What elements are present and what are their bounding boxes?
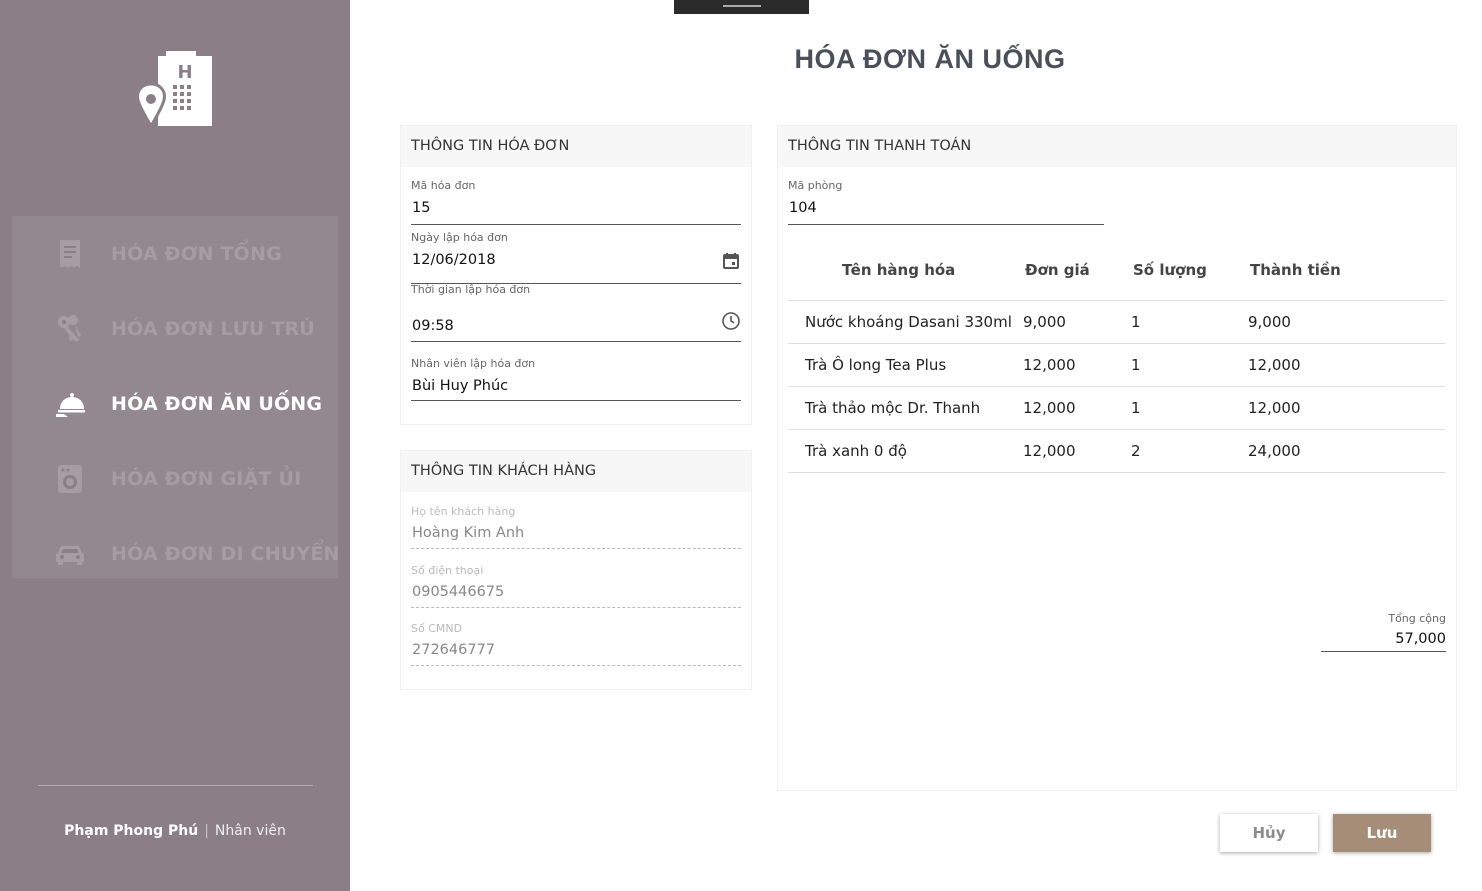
- cell-quantity: 1: [1131, 313, 1141, 331]
- cell-quantity: 2: [1131, 442, 1141, 460]
- keys-icon: [54, 313, 86, 345]
- cell-item: Nước khoáng Dasani 330ml: [805, 313, 1012, 331]
- sidebar-item-food-invoice[interactable]: HÓA ĐƠN ĂN UỐNG: [12, 366, 338, 441]
- field-underline: [411, 224, 741, 225]
- invoice-time-field[interactable]: Thời gian lập hóa đơn 09:58: [411, 283, 741, 343]
- room-id-value: 104: [789, 200, 817, 216]
- customer-info-header: THÔNG TIN KHÁCH HÀNG: [401, 451, 751, 492]
- sidebar-item-label: HÓA ĐƠN LƯU TRÚ: [111, 317, 315, 340]
- column-header-item[interactable]: Tên hàng hóa: [842, 261, 955, 279]
- total-value: 57,000: [1395, 631, 1446, 647]
- cell-amount: 24,000: [1248, 442, 1301, 460]
- user-role: Nhân viên: [214, 823, 286, 839]
- total-label: Tổng cộng: [1388, 612, 1446, 625]
- invoice-info-panel: THÔNG TIN HÓA ĐƠN Mã hóa đơn 15 Ngày lập…: [400, 125, 752, 425]
- field-underline: [411, 548, 741, 549]
- room-service-icon: [54, 388, 86, 420]
- room-id-label: Mã phòng: [788, 179, 843, 192]
- user-name: Phạm Phong Phú: [64, 823, 199, 839]
- room-id-field[interactable]: Mã phòng 104: [788, 179, 1104, 225]
- invoice-date-field[interactable]: Ngày lập hóa đơn 12/06/2018: [411, 231, 741, 285]
- invoice-id-value: 15: [412, 200, 431, 216]
- sidebar-item-label: HÓA ĐƠN TỔNG: [111, 242, 282, 265]
- customer-name-label: Họ tên khách hàng: [411, 505, 516, 518]
- customer-id-card-field: Số CMND 272646777: [411, 622, 741, 668]
- cell-item: Trà xanh 0 độ: [805, 442, 907, 460]
- customer-id-card-value: 272646777: [412, 642, 496, 658]
- field-underline: [411, 607, 741, 608]
- current-user: Phạm Phong Phú | Nhân viên: [0, 823, 350, 839]
- sidebar-divider: [38, 785, 313, 786]
- cell-item: Trà thảo mộc Dr. Thanh: [805, 399, 981, 417]
- invoice-staff-value: Bùi Huy Phúc: [412, 378, 509, 394]
- payment-info-panel: THÔNG TIN THANH TOÁN Mã phòng 104 Tên hà…: [777, 125, 1457, 791]
- cell-amount: 12,000: [1248, 356, 1301, 374]
- page-title: HÓA ĐƠN ĂN UỐNG: [794, 44, 1066, 74]
- field-underline: [411, 665, 741, 666]
- customer-info-panel: THÔNG TIN KHÁCH HÀNG Họ tên khách hàng H…: [400, 450, 752, 690]
- sidebar-item-transport-invoice[interactable]: HÓA ĐƠN DI CHUYỂN: [12, 516, 340, 591]
- calendar-icon[interactable]: [721, 251, 741, 271]
- invoice-staff-label: Nhân viên lập hóa đơn: [411, 357, 536, 370]
- items-table-header: Tên hàng hóa Đơn giá Số lượng Thành tiền: [788, 258, 1445, 301]
- customer-name-field: Họ tên khách hàng Hoàng Kim Anh: [411, 505, 741, 551]
- table-row[interactable]: Nước khoáng Dasani 330ml 9,000 1 9,000: [788, 301, 1445, 344]
- invoice-id-label: Mã hóa đơn: [411, 179, 476, 192]
- cell-quantity: 1: [1131, 399, 1141, 417]
- field-underline: [788, 224, 1104, 225]
- invoice-date-label: Ngày lập hóa đơn: [411, 231, 508, 244]
- cancel-button[interactable]: Hủy: [1220, 814, 1318, 852]
- invoice-staff-field[interactable]: Nhân viên lập hóa đơn Bùi Huy Phúc: [411, 357, 741, 403]
- cell-quantity: 1: [1131, 356, 1141, 374]
- cell-amount: 9,000: [1248, 313, 1291, 331]
- table-row[interactable]: Trà thảo mộc Dr. Thanh 12,000 1 12,000: [788, 387, 1445, 430]
- table-row[interactable]: Trà Ô long Tea Plus 12,000 1 12,000: [788, 344, 1445, 387]
- sidebar-item-label: HÓA ĐƠN GIẶT ỦI: [111, 467, 302, 490]
- column-header-quantity[interactable]: Số lượng: [1133, 261, 1207, 279]
- invoice-info-header: THÔNG TIN HÓA ĐƠN: [401, 126, 751, 167]
- column-header-unit-price[interactable]: Đơn giá: [1025, 261, 1090, 279]
- sidebar-item-laundry-invoice[interactable]: HÓA ĐƠN GIẶT ỦI: [12, 441, 338, 516]
- invoice-date-value: 12/06/2018: [412, 252, 496, 268]
- payment-info-header: THÔNG TIN THANH TOÁN: [778, 126, 1456, 167]
- hotel-logo-icon: H: [136, 50, 216, 130]
- cell-unit-price: 12,000: [1023, 399, 1076, 417]
- user-separator: |: [204, 823, 209, 839]
- customer-phone-value: 0905446675: [412, 584, 505, 600]
- cell-item: Trà Ô long Tea Plus: [805, 356, 947, 374]
- clock-icon[interactable]: [721, 311, 741, 331]
- car-icon: [54, 538, 86, 570]
- invoice-time-label: Thời gian lập hóa đơn: [411, 283, 531, 296]
- customer-name-value: Hoàng Kim Anh: [412, 525, 525, 541]
- customer-phone-label: Số điện thoại: [411, 564, 484, 577]
- invoice-time-value: 09:58: [412, 318, 454, 334]
- logo-letter: H: [177, 62, 192, 83]
- sidebar-item-total-invoice[interactable]: HÓA ĐƠN TỔNG: [12, 216, 338, 291]
- sidebar-item-label: HÓA ĐƠN DI CHUYỂN: [111, 542, 340, 565]
- cell-unit-price: 12,000: [1023, 356, 1076, 374]
- customer-id-card-label: Số CMND: [411, 622, 463, 635]
- customer-phone-field: Số điện thoại 0905446675: [411, 564, 741, 610]
- sidebar-item-accommodation-invoice[interactable]: HÓA ĐƠN LƯU TRÚ: [12, 291, 338, 366]
- table-row[interactable]: Trà xanh 0 độ 12,000 2 24,000: [788, 430, 1445, 473]
- field-underline: [1321, 651, 1446, 652]
- invoice-id-field[interactable]: Mã hóa đơn 15: [411, 179, 741, 225]
- cell-unit-price: 9,000: [1023, 313, 1066, 331]
- cell-amount: 12,000: [1248, 399, 1301, 417]
- washing-machine-icon: [54, 463, 86, 495]
- cell-unit-price: 12,000: [1023, 442, 1076, 460]
- total-field: Tổng cộng 57,000: [1321, 612, 1446, 652]
- window-drag-handle[interactable]: [674, 0, 809, 14]
- sidebar-menu: HÓA ĐƠN TỔNG HÓA ĐƠN LƯU TRÚ HÓA ĐƠN ĂN …: [12, 216, 339, 578]
- save-button[interactable]: Lưu: [1333, 814, 1431, 852]
- receipt-icon: [54, 238, 86, 270]
- column-header-amount[interactable]: Thành tiền: [1250, 261, 1341, 279]
- field-underline: [411, 341, 741, 342]
- sidebar: H HÓA ĐƠN TỔNG HÓA ĐƠN LƯU TRÚ HÓA ĐƠN Ă…: [0, 0, 350, 891]
- sidebar-item-label: HÓA ĐƠN ĂN UỐNG: [111, 392, 323, 415]
- field-underline: [411, 400, 741, 401]
- drag-handle-icon: [723, 5, 761, 7]
